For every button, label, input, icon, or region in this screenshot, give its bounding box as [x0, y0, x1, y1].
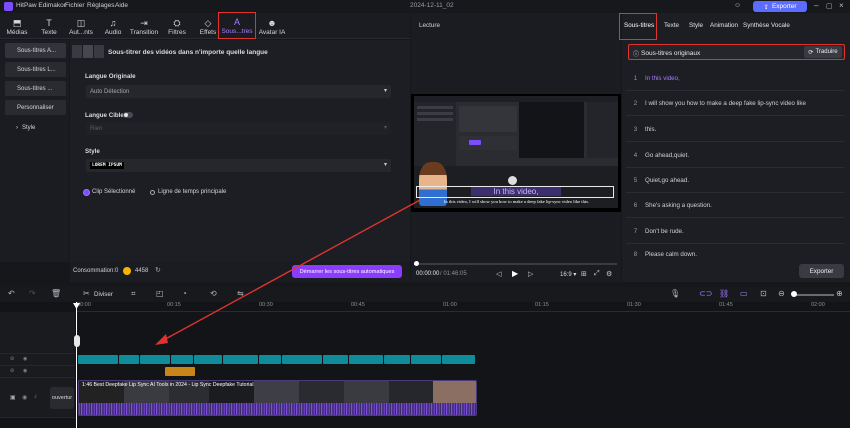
annotation-arrow — [155, 199, 421, 345]
